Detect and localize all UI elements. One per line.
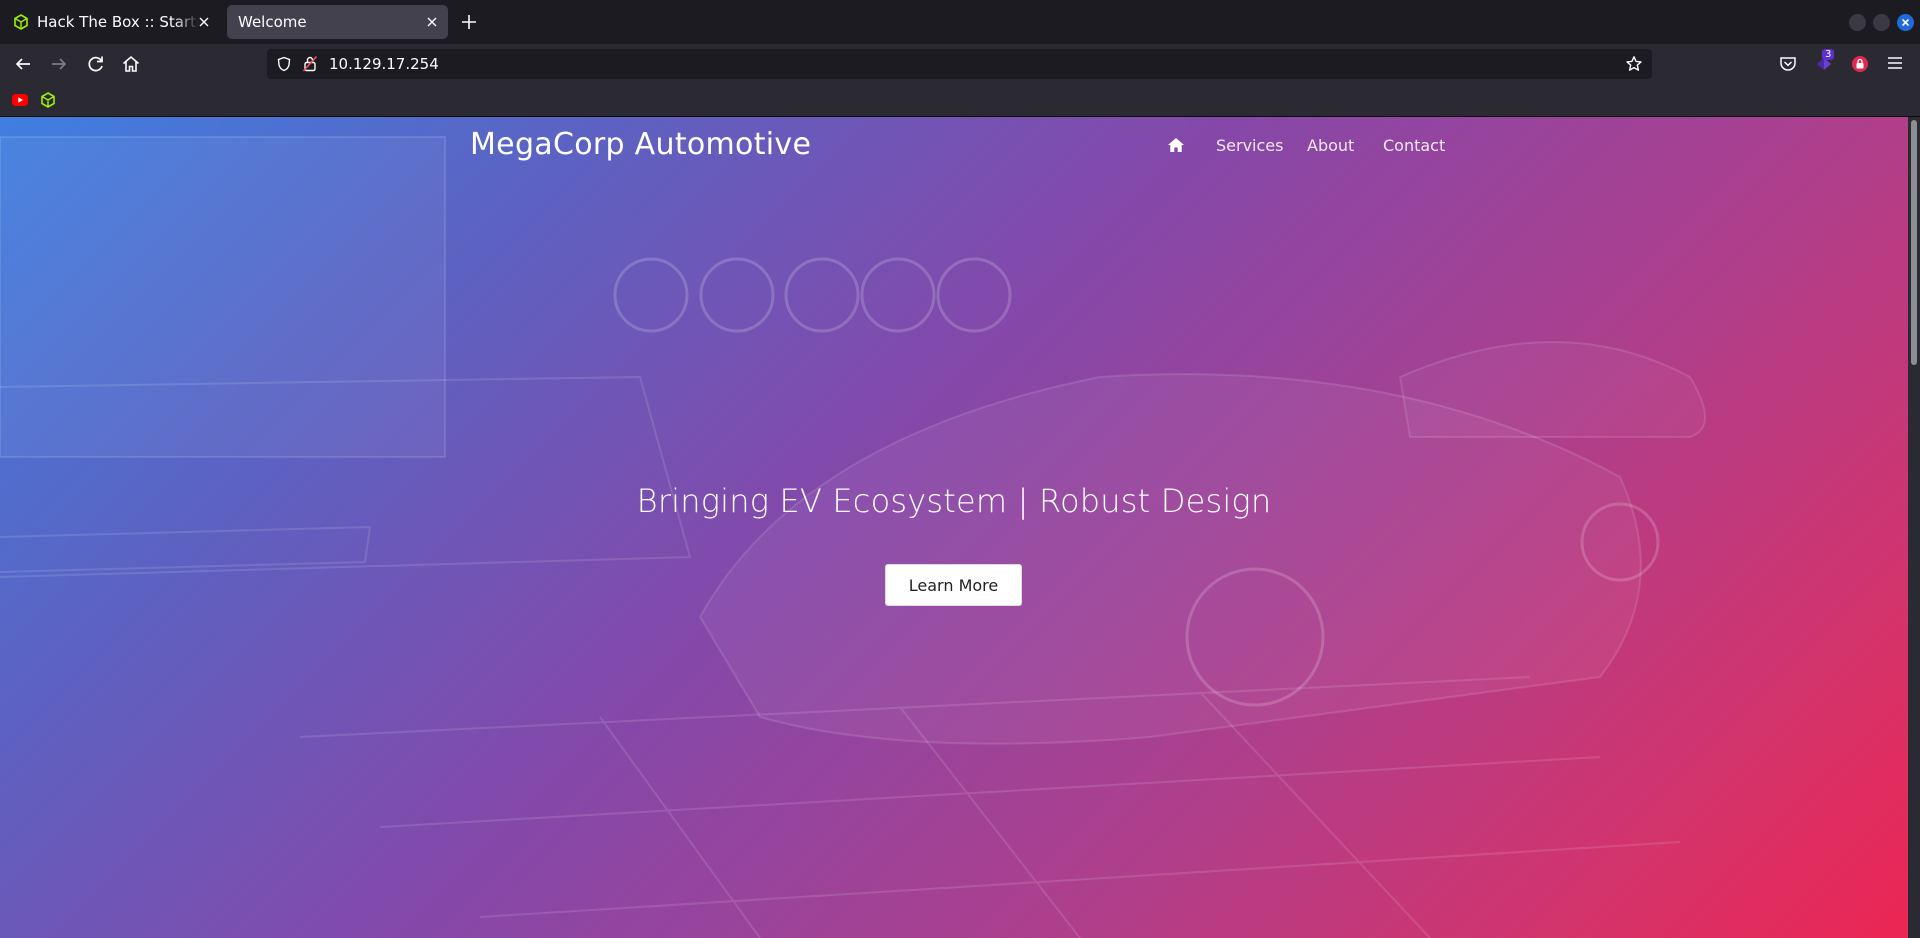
bookmarks-toolbar (0, 84, 1920, 117)
close-window-button[interactable] (1897, 14, 1914, 31)
showroom-background-image (0, 136, 1706, 938)
insecure-lock-icon[interactable] (302, 55, 318, 72)
password-manager-icon[interactable] (1851, 55, 1869, 73)
close-tab-icon[interactable] (196, 14, 212, 30)
hero-heading: Bringing EV Ecosystem | Robust Design (636, 482, 1272, 520)
nav-link-services[interactable]: Services (1216, 136, 1283, 155)
pocket-icon[interactable] (1779, 56, 1797, 72)
page-content: MegaCorp Automotive Services About Conta… (0, 117, 1908, 938)
home-nav-icon[interactable] (1167, 137, 1185, 153)
htb-cube-icon (14, 14, 28, 30)
extension-button[interactable]: 3 (1814, 49, 1835, 73)
bookmark-star-icon[interactable] (1625, 55, 1643, 73)
site-brand-title[interactable]: MegaCorp Automotive (470, 127, 811, 162)
tab-strip: Hack The Box :: Starting P Welcome (0, 0, 1920, 44)
tab-title: Hack The Box :: Starting P (37, 13, 199, 31)
htb-bookmark-icon[interactable] (40, 92, 56, 108)
learn-more-button[interactable]: Learn More (885, 564, 1022, 606)
address-bar[interactable]: 10.129.17.254 (267, 49, 1652, 79)
tab-welcome[interactable]: Welcome (227, 5, 448, 39)
tab-title: Welcome (238, 13, 307, 31)
reload-icon[interactable] (85, 53, 107, 75)
maximize-window-button[interactable] (1873, 14, 1890, 31)
new-tab-plus-icon[interactable] (459, 12, 479, 32)
close-icon (1901, 18, 1910, 27)
forward-arrow-icon[interactable] (48, 53, 70, 75)
extension-badge: 3 (1822, 49, 1835, 60)
menu-hamburger-icon[interactable] (1886, 55, 1904, 71)
tab-hack-the-box[interactable]: Hack The Box :: Starting P (2, 5, 220, 39)
minimize-window-button[interactable] (1849, 14, 1866, 31)
close-tab-icon[interactable] (424, 14, 440, 30)
page-scrollbar[interactable] (1908, 117, 1920, 938)
nav-link-contact[interactable]: Contact (1383, 136, 1445, 155)
shield-icon[interactable] (276, 56, 292, 72)
back-arrow-icon[interactable] (12, 53, 34, 75)
home-icon[interactable] (120, 53, 142, 75)
url-text: 10.129.17.254 (329, 55, 439, 73)
nav-link-about[interactable]: About (1307, 136, 1354, 155)
youtube-bookmark-icon[interactable] (12, 93, 28, 107)
scrollbar-thumb[interactable] (1911, 120, 1917, 365)
